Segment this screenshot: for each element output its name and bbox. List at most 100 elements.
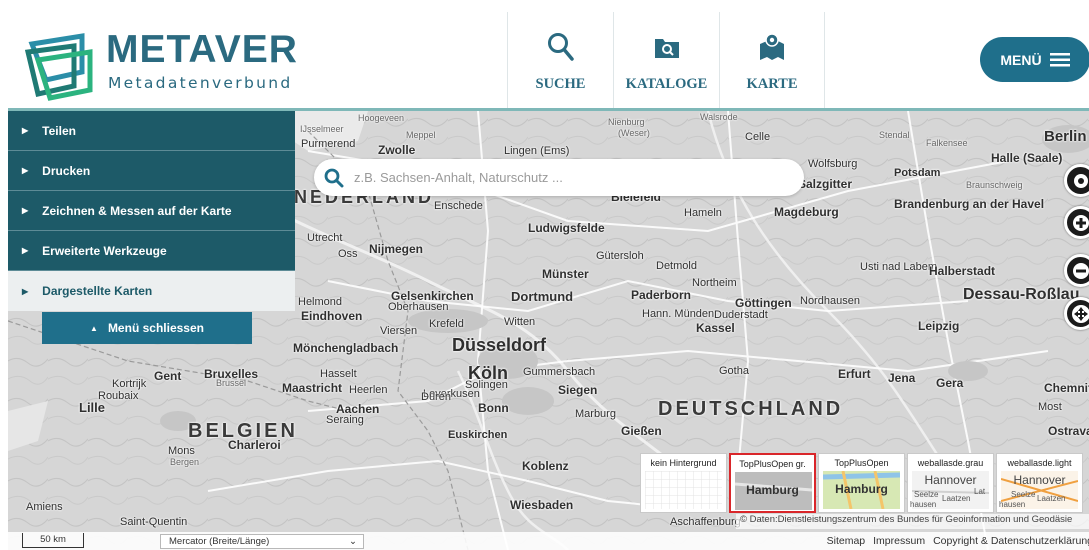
place-label: Siegen bbox=[558, 383, 598, 397]
place-label: Falkensee bbox=[926, 138, 968, 148]
place-label: Usti nad Labem bbox=[860, 261, 938, 273]
place-label: Jena bbox=[888, 371, 916, 385]
logo[interactable]: METAVER Metadatenverbund bbox=[24, 26, 304, 106]
place-label: Meppel bbox=[406, 130, 436, 140]
folder-search-icon bbox=[654, 39, 679, 58]
layer-thumbnail bbox=[645, 471, 722, 509]
place-label: Dessau-Roßlau bbox=[963, 286, 1080, 303]
caret-right-icon: ▶ bbox=[22, 126, 29, 135]
place-label: Koblenz bbox=[522, 459, 569, 473]
zoom-out-button[interactable] bbox=[1064, 254, 1089, 287]
metaver-logo-icon bbox=[24, 33, 93, 101]
layer-label: kein Hintergrund bbox=[650, 458, 717, 468]
nav-catalogs[interactable]: KATALOGE bbox=[613, 12, 719, 108]
caret-right-icon: ▶ bbox=[22, 206, 29, 215]
menu-button[interactable]: MENÜ bbox=[980, 37, 1089, 82]
pan-button[interactable] bbox=[1064, 297, 1089, 330]
place-label: Kassel bbox=[696, 321, 735, 335]
nav-map-label: KARTE bbox=[746, 76, 798, 92]
layer-option-webatlas-grey[interactable]: weballasde.grau Hannover Seelze Laatzen … bbox=[907, 453, 994, 513]
place-label: Mons bbox=[168, 445, 195, 457]
place-label: Witten bbox=[504, 316, 536, 328]
nav-search[interactable]: SUCHE bbox=[507, 12, 613, 108]
place-label: Ostrava bbox=[1048, 424, 1089, 438]
place-label: (Weser) bbox=[618, 128, 650, 138]
place-label: Nijmegen bbox=[369, 242, 424, 256]
zoom-in-button[interactable] bbox=[1064, 206, 1089, 239]
menu-item-draw-measure[interactable]: ▶ Zeichnen & Messen auf der Karte bbox=[8, 191, 295, 231]
pan-icon bbox=[1071, 304, 1089, 323]
layer-thumb-sub: Laatzen bbox=[1037, 494, 1066, 503]
layer-label: weballasde.grau bbox=[917, 458, 984, 468]
layer-label: TopPlusOpen gr. bbox=[739, 459, 806, 469]
layer-option-webatlas-light[interactable]: weballasde.light Hannover Seelze Laatzen… bbox=[996, 453, 1083, 513]
place-label: Lille bbox=[79, 400, 106, 415]
place-label: Detmold bbox=[656, 260, 697, 272]
menu-item-label: Dargestellte Karten bbox=[42, 284, 153, 298]
hamburger-icon bbox=[1049, 52, 1070, 66]
logo-title: METAVER bbox=[106, 28, 298, 71]
search-icon bbox=[547, 33, 574, 61]
place-label: Charleroi bbox=[228, 438, 281, 452]
place-label: Ludwigsfelde bbox=[528, 221, 605, 235]
projection-value: Mercator (Breite/Länge) bbox=[169, 536, 270, 547]
layer-thumb-sub: Laatzen bbox=[942, 494, 971, 503]
layer-thumb-label: Hannover bbox=[1013, 473, 1066, 487]
place-label: Magdeburg bbox=[774, 205, 839, 219]
place-label: Düren bbox=[421, 391, 451, 403]
place-label: Hameln bbox=[684, 207, 722, 219]
app-window: METAVER Metadatenverbund SUCHE KATALOGE bbox=[0, 0, 1089, 550]
place-label: Brandenburg an der Havel bbox=[894, 197, 1045, 211]
menu-item-advanced-tools[interactable]: ▶ Erweiterte Werkzeuge bbox=[8, 231, 295, 271]
place-label: Chemnitz bbox=[1044, 381, 1089, 395]
site-header: METAVER Metadatenverbund SUCHE KATALOGE bbox=[8, 0, 1089, 111]
menu-item-share[interactable]: ▶ Teilen bbox=[8, 111, 295, 151]
footer-link-sitemap[interactable]: Sitemap bbox=[827, 535, 866, 547]
place-label: Kortrijk bbox=[112, 378, 147, 390]
nav-search-label: SUCHE bbox=[535, 76, 586, 92]
place-label: Northeim bbox=[692, 277, 737, 289]
place-label: Saint-Quentin bbox=[120, 516, 188, 528]
place-label: Euskirchen bbox=[448, 429, 508, 441]
layer-thumb-sub: Lat bbox=[974, 487, 986, 496]
place-label: Düsseldorf bbox=[452, 335, 547, 355]
footer-link-imprint[interactable]: Impressum bbox=[873, 535, 925, 547]
close-menu-label: Menü schliessen bbox=[107, 321, 204, 335]
place-label: Gent bbox=[154, 369, 182, 383]
search-icon[interactable] bbox=[324, 168, 344, 188]
menu-item-label: Teilen bbox=[42, 123, 76, 138]
projection-select[interactable]: Mercator (Breite/Länge) ⌄ bbox=[160, 534, 364, 549]
place-label: Purmerend bbox=[301, 138, 356, 150]
menu-item-label: Erweiterte Werkzeuge bbox=[42, 243, 167, 258]
locate-button[interactable] bbox=[1064, 164, 1089, 197]
place-label: Nienburg bbox=[608, 117, 645, 127]
place-label: Bergen bbox=[170, 457, 200, 467]
scale-bar: 50 km bbox=[22, 533, 84, 548]
layer-thumb-sub: Seelze bbox=[914, 490, 939, 499]
menu-item-displayed-maps[interactable]: ▶ Dargestellte Karten bbox=[8, 271, 295, 311]
layer-thumb-label: Hamburg bbox=[835, 482, 888, 496]
layer-thumb-sub: Seelze bbox=[1011, 490, 1036, 499]
layer-option-topplusopen[interactable]: TopPlusOpen Hamburg bbox=[818, 453, 905, 513]
place-label: Paderborn bbox=[631, 288, 692, 302]
nav-map[interactable]: KARTE bbox=[719, 12, 825, 108]
place-label: DEUTSCHLAND bbox=[658, 398, 844, 420]
place-label: Aschaffenburg bbox=[670, 516, 741, 528]
map-search-input[interactable] bbox=[354, 170, 784, 185]
footer-link-copyright[interactable]: Copyright & Datenschutzerklärung bbox=[933, 535, 1089, 547]
layer-option-topplusopen-grey[interactable]: TopPlusOpen gr. Hamburg bbox=[729, 453, 816, 513]
layer-label: weballasde.light bbox=[1007, 458, 1072, 468]
place-label: Hoogeveen bbox=[358, 113, 405, 123]
place-label: Viersen bbox=[380, 325, 418, 337]
menu-item-print[interactable]: ▶ Drucken bbox=[8, 151, 295, 191]
map-pin-icon bbox=[760, 33, 784, 60]
place-label: Münster bbox=[542, 267, 589, 281]
place-label: Potsdam bbox=[894, 167, 941, 179]
chevron-down-icon: ⌄ bbox=[349, 536, 357, 547]
footer-links: Sitemap Impressum Copyright & Datenschut… bbox=[827, 535, 1089, 547]
close-menu-button[interactable]: ▲ Menü schliessen bbox=[42, 312, 252, 344]
place-label: Duderstadt bbox=[714, 309, 768, 321]
place-label: Enschede bbox=[434, 200, 483, 212]
layer-option-none[interactable]: kein Hintergrund bbox=[640, 453, 727, 513]
place-label: Eindhoven bbox=[301, 309, 363, 323]
